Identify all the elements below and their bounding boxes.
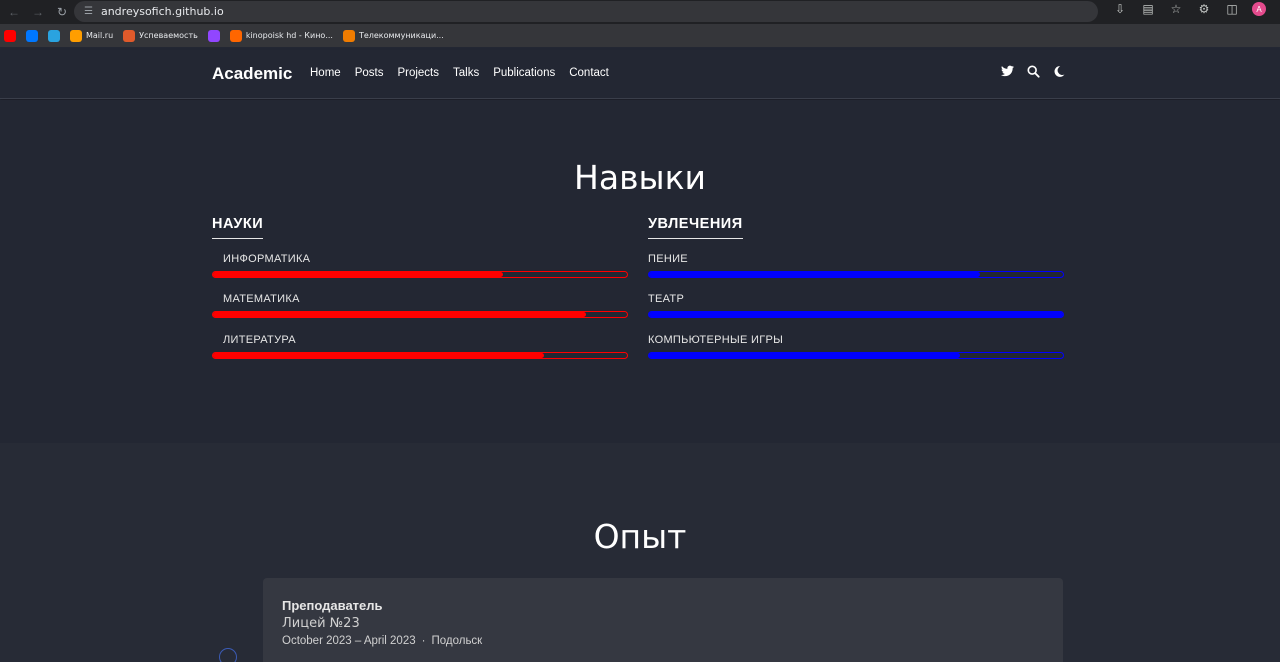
side-panel-icon[interactable]: ◫ — [1224, 2, 1240, 16]
site-info-icon[interactable]: ☰ — [84, 6, 93, 17]
search-icon[interactable] — [1026, 65, 1040, 81]
nav-link-talks[interactable]: Talks — [453, 67, 479, 79]
reload-icon[interactable]: ↻ — [52, 2, 72, 22]
nav-link-publications[interactable]: Publications — [493, 67, 555, 79]
browser-toolbar: ← → ↻ ☰ andreysofich.github.io ⇩ ▤ ☆ ⚙ ◫… — [0, 0, 1280, 24]
nav-menu: Home Posts Projects Talks Publications C… — [310, 67, 609, 79]
skill-item: МАТЕМАТИКА — [212, 293, 628, 318]
skill-label: ИНФОРМАТИКА — [223, 253, 311, 265]
skill-label: ТЕАТР — [648, 293, 685, 305]
skill-bar — [648, 352, 1064, 359]
bookmark-label: Успеваемость — [139, 31, 198, 40]
sciences-heading: НАУКИ — [212, 216, 264, 239]
skills-section: Навыки НАУКИ ИНФОРМАТИКА МАТЕМАТИКА ЛИТЕ… — [0, 100, 1280, 443]
nav-link-projects[interactable]: Projects — [397, 67, 439, 79]
skills-title: Навыки — [574, 158, 706, 197]
bookmark-item[interactable]: kinopoisk hd - Кино... — [229, 29, 333, 42]
bookmark-favicon-icon — [70, 29, 82, 42]
extensions-icon[interactable]: ⚙ — [1196, 2, 1212, 16]
install-icon[interactable]: ⇩ — [1112, 2, 1128, 16]
profile-avatar[interactable]: A — [1252, 2, 1266, 16]
skill-bar — [648, 311, 1064, 318]
bookmark-item[interactable] — [48, 29, 60, 42]
bookmark-item[interactable]: Mail.ru — [70, 29, 114, 42]
timeline-dot — [219, 648, 237, 662]
sciences-column: НАУКИ ИНФОРМАТИКА МАТЕМАТИКА ЛИТЕРАТУРА — [212, 215, 628, 359]
bookmark-item[interactable]: Телекоммуникаци... — [342, 29, 444, 42]
skill-bar — [648, 271, 1064, 278]
twitter-icon[interactable] — [1000, 65, 1014, 81]
skill-label: МАТЕМАТИКА — [223, 293, 300, 305]
skill-label: ЛИТЕРАТУРА — [223, 334, 296, 346]
back-icon[interactable]: ← — [4, 2, 24, 22]
nav-link-contact[interactable]: Contact — [569, 67, 609, 79]
bookmark-label: kinopoisk hd - Кино... — [245, 31, 333, 40]
skill-bar-fill — [649, 272, 981, 277]
bookmark-item[interactable] — [207, 29, 220, 42]
job-location: Подольск — [431, 635, 483, 647]
bookmark-item[interactable]: Успеваемость — [123, 29, 198, 42]
bookmark-favicon-icon — [229, 29, 242, 42]
bookmark-item[interactable] — [26, 29, 38, 42]
job-dates: October 2023 – April 2023 — [282, 635, 416, 647]
skill-bar — [212, 352, 628, 359]
bookmark-favicon-icon — [123, 29, 136, 42]
forward-icon[interactable]: → — [28, 2, 48, 22]
bookmark-favicon-icon — [4, 29, 16, 42]
bookmark-star-icon[interactable]: ☆ — [1168, 2, 1184, 16]
url-text[interactable]: andreysofich.github.io — [101, 5, 224, 18]
translate-icon[interactable]: ▤ — [1140, 2, 1156, 16]
brand-logo[interactable]: Academic — [212, 64, 292, 84]
address-bar[interactable]: ☰ andreysofich.github.io — [74, 1, 1098, 22]
bookmark-favicon-icon — [48, 29, 60, 42]
skill-bar-fill — [649, 353, 960, 358]
skill-bar-fill — [213, 272, 503, 277]
job-meta: October 2023 – April 2023 · Подольск — [282, 635, 1044, 647]
hobbies-column: УВЛЕЧЕНИЯ ПЕНИЕ ТЕАТР КОМПЬЮТЕРНЫЕ ИГРЫ — [648, 215, 1064, 359]
skill-item: ПЕНИЕ — [648, 253, 1064, 278]
skill-label: КОМПЬЮТЕРНЫЕ ИГРЫ — [648, 334, 784, 346]
bookmark-item[interactable] — [4, 29, 16, 42]
job-position: Преподаватель — [282, 598, 383, 613]
skill-item: ЛИТЕРАТУРА — [212, 334, 628, 359]
skill-item: КОМПЬЮТЕРНЫЕ ИГРЫ — [648, 334, 1064, 359]
meta-separator: · — [421, 635, 426, 647]
bookmark-favicon-icon — [342, 29, 355, 42]
nav-link-home[interactable]: Home — [310, 67, 341, 79]
skill-bar-fill — [213, 312, 586, 317]
bookmark-label: Mail.ru — [86, 31, 114, 40]
hobbies-heading: УВЛЕЧЕНИЯ — [648, 216, 743, 239]
bookmarks-bar: Mail.ru Успеваемость kinopoisk hd - Кино..… — [0, 24, 1280, 47]
skill-item: ТЕАТР — [648, 293, 1064, 318]
bookmark-favicon-icon — [207, 29, 220, 42]
bookmark-favicon-icon — [26, 29, 38, 42]
skill-bar-fill — [649, 312, 1063, 317]
bookmark-label: Телекоммуникаци... — [358, 31, 444, 40]
experience-card: Преподаватель Лицей №23 October 2023 – A… — [263, 578, 1063, 662]
skill-bar-fill — [213, 353, 545, 358]
moon-icon[interactable] — [1052, 65, 1066, 81]
site-navbar: Academic Home Posts Projects Talks Publi… — [0, 50, 1280, 99]
skill-label: ПЕНИЕ — [648, 253, 688, 265]
experience-section: Опыт Преподаватель Лицей №23 October 202… — [0, 443, 1280, 662]
nav-link-posts[interactable]: Posts — [355, 67, 384, 79]
experience-title: Опыт — [593, 517, 687, 556]
skill-bar — [212, 311, 628, 318]
skill-bar — [212, 271, 628, 278]
job-organization: Лицей №23 — [282, 616, 360, 631]
skill-item: ИНФОРМАТИКА — [212, 253, 628, 278]
